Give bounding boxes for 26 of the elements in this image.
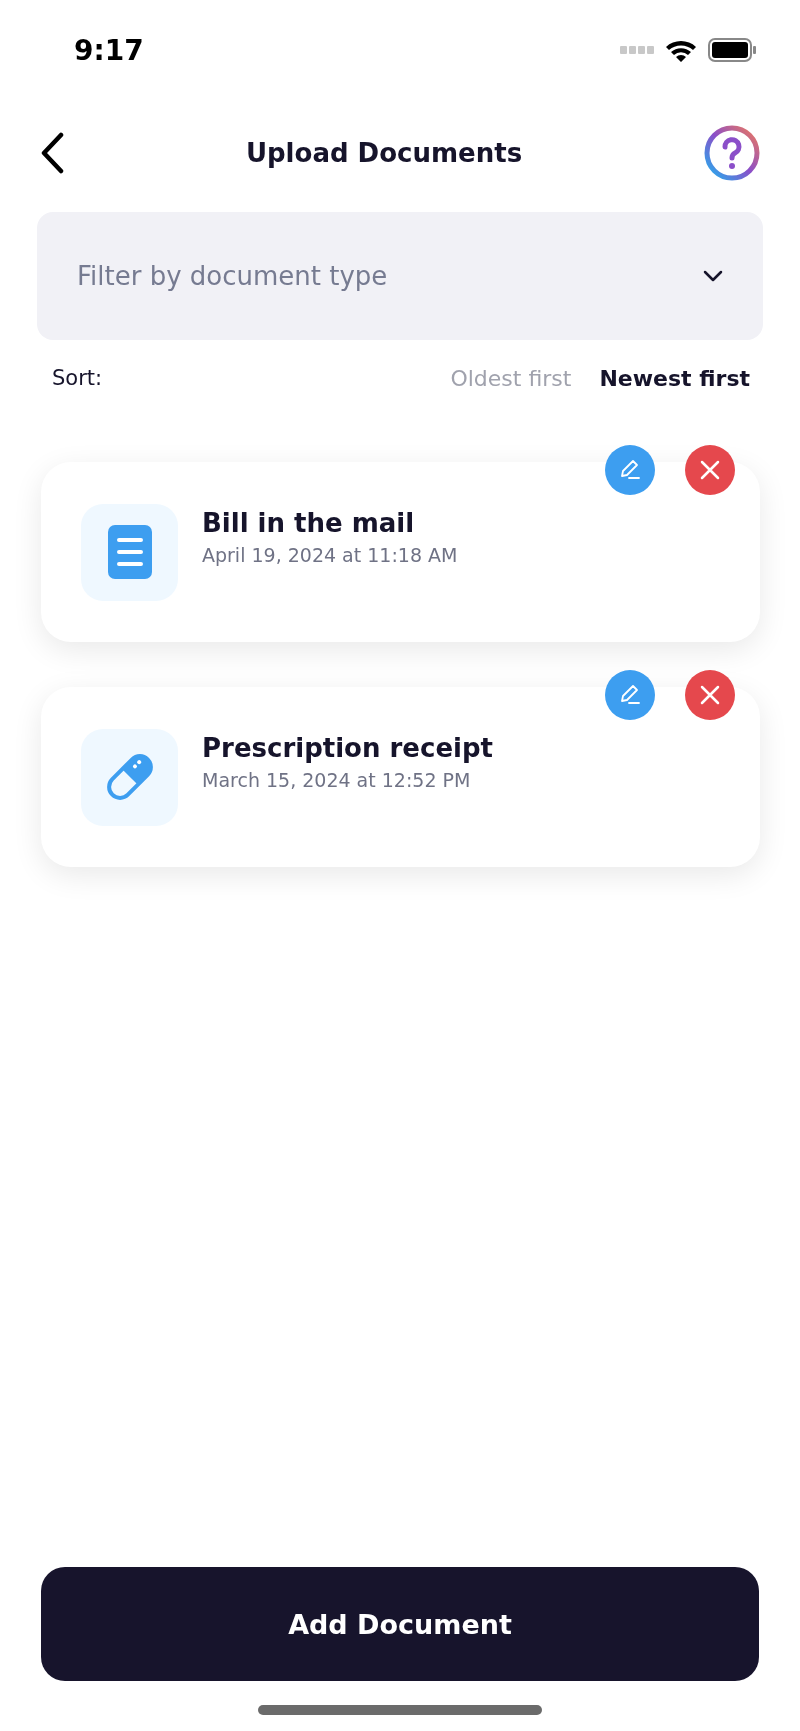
status-time: 9:17 bbox=[74, 33, 144, 67]
help-icon[interactable] bbox=[704, 125, 760, 181]
pencil-icon bbox=[618, 458, 642, 482]
screen-title: Upload Documents bbox=[245, 138, 523, 168]
sort-option[interactable]: Newest first bbox=[599, 365, 750, 391]
signal-icon bbox=[620, 46, 654, 54]
delete-button[interactable] bbox=[685, 445, 735, 495]
battery-icon bbox=[708, 38, 756, 62]
document-icon bbox=[107, 525, 152, 579]
document-card[interactable]: Prescription receipt March 15, 2024 at 12:52 PM bbox=[41, 687, 760, 867]
document-title: Prescription receipt bbox=[202, 733, 493, 763]
sort-label: Sort: bbox=[52, 366, 104, 390]
back-button[interactable] bbox=[40, 132, 64, 174]
add-document-button[interactable]: Add Document bbox=[41, 1567, 759, 1681]
document-date: April 19, 2024 at 11:18 AM bbox=[202, 544, 458, 566]
pencil-icon bbox=[618, 683, 642, 707]
close-icon bbox=[699, 684, 721, 706]
document-date: March 15, 2024 at 12:52 PM bbox=[202, 769, 472, 791]
delete-button[interactable] bbox=[685, 670, 735, 720]
filter-dropdown[interactable]: Filter by document type bbox=[37, 212, 763, 340]
document-title: Bill in the mail bbox=[202, 508, 416, 538]
chevron-down-icon bbox=[703, 270, 723, 282]
document-card[interactable]: Bill in the mail April 19, 2024 at 11:18 AM bbox=[41, 462, 760, 642]
close-icon bbox=[699, 459, 721, 481]
edit-button[interactable] bbox=[605, 670, 655, 720]
edit-button[interactable] bbox=[605, 445, 655, 495]
